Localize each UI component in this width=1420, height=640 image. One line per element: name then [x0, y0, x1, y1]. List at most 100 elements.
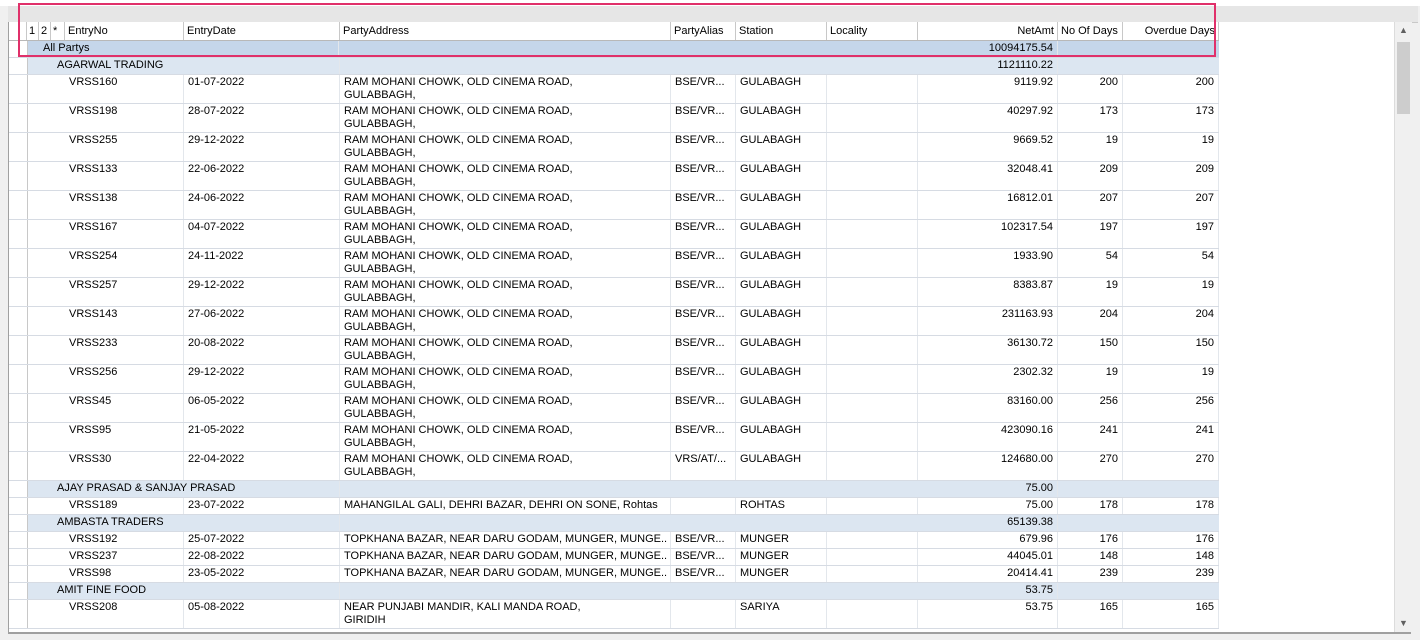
- cell-partyalias[interactable]: BSE/VR...: [671, 394, 736, 422]
- cell-netamt[interactable]: 75.00: [918, 498, 1058, 514]
- table-row[interactable]: VRSS254 24-11-2022 RAM MOHANI CHOWK, OLD C…: [9, 249, 1219, 278]
- row-selector[interactable]: [9, 133, 28, 161]
- cell-locality[interactable]: [827, 104, 918, 132]
- cell-partyaddress[interactable]: RAM MOHANI CHOWK, OLD CINEMA ROAD, GULABB…: [340, 104, 671, 132]
- cell-entryno[interactable]: VRSS167: [65, 220, 184, 248]
- cell-partyalias[interactable]: BSE/VR...: [671, 133, 736, 161]
- group-row[interactable]: AMIT FINE FOOD 53.75: [9, 583, 1219, 600]
- cell-entrydate[interactable]: 06-05-2022: [184, 394, 340, 422]
- cell-entryno[interactable]: VRSS257: [65, 278, 184, 306]
- cell-entrydate[interactable]: 25-07-2022: [184, 532, 340, 548]
- row-selector[interactable]: [9, 515, 28, 531]
- cell-entrydate[interactable]: 29-12-2022: [184, 133, 340, 161]
- cell-noofdays[interactable]: 148: [1058, 549, 1123, 565]
- total-row[interactable]: All Partys 10094175.54: [9, 41, 1219, 58]
- cell-netamt[interactable]: 8383.87: [918, 278, 1058, 306]
- cell-noofdays[interactable]: 19: [1058, 278, 1123, 306]
- cell-entrydate[interactable]: 29-12-2022: [184, 365, 340, 393]
- table-row[interactable]: VRSS189 23-07-2022 MAHANGILAL GALI, DEHRI …: [9, 498, 1219, 515]
- table-row[interactable]: VRSS143 27-06-2022 RAM MOHANI CHOWK, OLD C…: [9, 307, 1219, 336]
- row-selector[interactable]: [9, 532, 28, 548]
- cell-entrydate[interactable]: 23-05-2022: [184, 566, 340, 582]
- cell-locality[interactable]: [827, 600, 918, 628]
- cell-partyalias[interactable]: BSE/VR...: [671, 549, 736, 565]
- cell-overduedays[interactable]: 256: [1123, 394, 1219, 422]
- cell-partyaddress[interactable]: TOPKHANA BAZAR, NEAR DARU GODAM, MUNGER,…: [340, 566, 671, 582]
- cell-station[interactable]: GULABAGH: [736, 394, 827, 422]
- scroll-up-icon[interactable]: ▲: [1395, 22, 1412, 39]
- cell-entryno[interactable]: VRSS143: [65, 307, 184, 335]
- cell-overduedays[interactable]: 178: [1123, 498, 1219, 514]
- cell-locality[interactable]: [827, 307, 918, 335]
- cell-entrydate[interactable]: 22-04-2022: [184, 452, 340, 480]
- row-selector[interactable]: [9, 566, 28, 582]
- cell-partyalias[interactable]: BSE/VR...: [671, 307, 736, 335]
- cell-partyalias[interactable]: [671, 498, 736, 514]
- col-header-star[interactable]: *: [51, 22, 65, 40]
- cell-overduedays[interactable]: 270: [1123, 452, 1219, 480]
- group-netamt[interactable]: 1121110.22: [918, 58, 1058, 74]
- cell-partyaddress[interactable]: RAM MOHANI CHOWK, OLD CINEMA ROAD, GULABB…: [340, 191, 671, 219]
- cell-locality[interactable]: [827, 278, 918, 306]
- cell-noofdays[interactable]: 173: [1058, 104, 1123, 132]
- table-row[interactable]: VRSS208 05-08-2022 NEAR PUNJABI MANDIR, KA…: [9, 600, 1219, 629]
- col-header-partyalias[interactable]: PartyAlias: [671, 22, 736, 40]
- cell-partyalias[interactable]: BSE/VR...: [671, 249, 736, 277]
- row-selector[interactable]: [9, 75, 28, 103]
- data-grid[interactable]: 1 2 * EntryNo EntryDate PartyAddress Par…: [8, 22, 1219, 632]
- scroll-thumb[interactable]: [1397, 42, 1410, 114]
- cell-partyalias[interactable]: BSE/VR...: [671, 365, 736, 393]
- row-selector[interactable]: [9, 394, 28, 422]
- cell-netamt[interactable]: 44045.01: [918, 549, 1058, 565]
- cell-entryno[interactable]: VRSS160: [65, 75, 184, 103]
- table-row[interactable]: VRSS237 22-08-2022 TOPKHANA BAZAR, NEAR DA…: [9, 549, 1219, 566]
- cell-entrydate[interactable]: 24-06-2022: [184, 191, 340, 219]
- cell-station[interactable]: GULABAGH: [736, 336, 827, 364]
- cell-overduedays[interactable]: 173: [1123, 104, 1219, 132]
- cell-netamt[interactable]: 83160.00: [918, 394, 1058, 422]
- cell-station[interactable]: GULABAGH: [736, 220, 827, 248]
- table-row[interactable]: VRSS198 28-07-2022 RAM MOHANI CHOWK, OLD C…: [9, 104, 1219, 133]
- row-selector[interactable]: [9, 220, 28, 248]
- table-row[interactable]: VRSS233 20-08-2022 RAM MOHANI CHOWK, OLD C…: [9, 336, 1219, 365]
- row-selector[interactable]: [9, 452, 28, 480]
- cell-netamt[interactable]: 40297.92: [918, 104, 1058, 132]
- cell-noofdays[interactable]: 239: [1058, 566, 1123, 582]
- cell-partyalias[interactable]: VRS/AT/...: [671, 452, 736, 480]
- cell-overduedays[interactable]: 148: [1123, 549, 1219, 565]
- cell-locality[interactable]: [827, 75, 918, 103]
- cell-station[interactable]: GULABAGH: [736, 191, 827, 219]
- cell-entrydate[interactable]: 29-12-2022: [184, 278, 340, 306]
- col-header-entrydate[interactable]: EntryDate: [184, 22, 340, 40]
- cell-overduedays[interactable]: 19: [1123, 133, 1219, 161]
- group-row[interactable]: AJAY PRASAD & SANJAY PRASAD 75.00: [9, 481, 1219, 498]
- cell-station[interactable]: GULABAGH: [736, 104, 827, 132]
- cell-noofdays[interactable]: 176: [1058, 532, 1123, 548]
- cell-partyalias[interactable]: BSE/VR...: [671, 423, 736, 451]
- group-netamt[interactable]: 75.00: [918, 481, 1058, 497]
- cell-locality[interactable]: [827, 394, 918, 422]
- cell-netamt[interactable]: 124680.00: [918, 452, 1058, 480]
- cell-entryno[interactable]: VRSS133: [65, 162, 184, 190]
- cell-entryno[interactable]: VRSS95: [65, 423, 184, 451]
- table-row[interactable]: VRSS30 22-04-2022 RAM MOHANI CHOWK, OLD CI…: [9, 452, 1219, 481]
- cell-locality[interactable]: [827, 532, 918, 548]
- cell-netamt[interactable]: 1933.90: [918, 249, 1058, 277]
- row-selector[interactable]: [9, 481, 28, 497]
- table-row[interactable]: VRSS138 24-06-2022 RAM MOHANI CHOWK, OLD C…: [9, 191, 1219, 220]
- cell-noofdays[interactable]: 241: [1058, 423, 1123, 451]
- cell-noofdays[interactable]: 270: [1058, 452, 1123, 480]
- cell-locality[interactable]: [827, 133, 918, 161]
- col-header-overduedays[interactable]: Overdue Days: [1123, 22, 1219, 40]
- cell-partyaddress[interactable]: RAM MOHANI CHOWK, OLD CINEMA ROAD, GULABB…: [340, 75, 671, 103]
- cell-netamt[interactable]: 36130.72: [918, 336, 1058, 364]
- cell-station[interactable]: GULABAGH: [736, 365, 827, 393]
- total-netamt[interactable]: 10094175.54: [918, 41, 1058, 57]
- cell-partyaddress[interactable]: RAM MOHANI CHOWK, OLD CINEMA ROAD, GULABB…: [340, 249, 671, 277]
- cell-partyaddress[interactable]: RAM MOHANI CHOWK, OLD CINEMA ROAD, GULABB…: [340, 365, 671, 393]
- cell-overduedays[interactable]: 197: [1123, 220, 1219, 248]
- cell-locality[interactable]: [827, 365, 918, 393]
- cell-noofdays[interactable]: 19: [1058, 365, 1123, 393]
- table-row[interactable]: VRSS167 04-07-2022 RAM MOHANI CHOWK, OLD C…: [9, 220, 1219, 249]
- cell-partyalias[interactable]: [671, 600, 736, 628]
